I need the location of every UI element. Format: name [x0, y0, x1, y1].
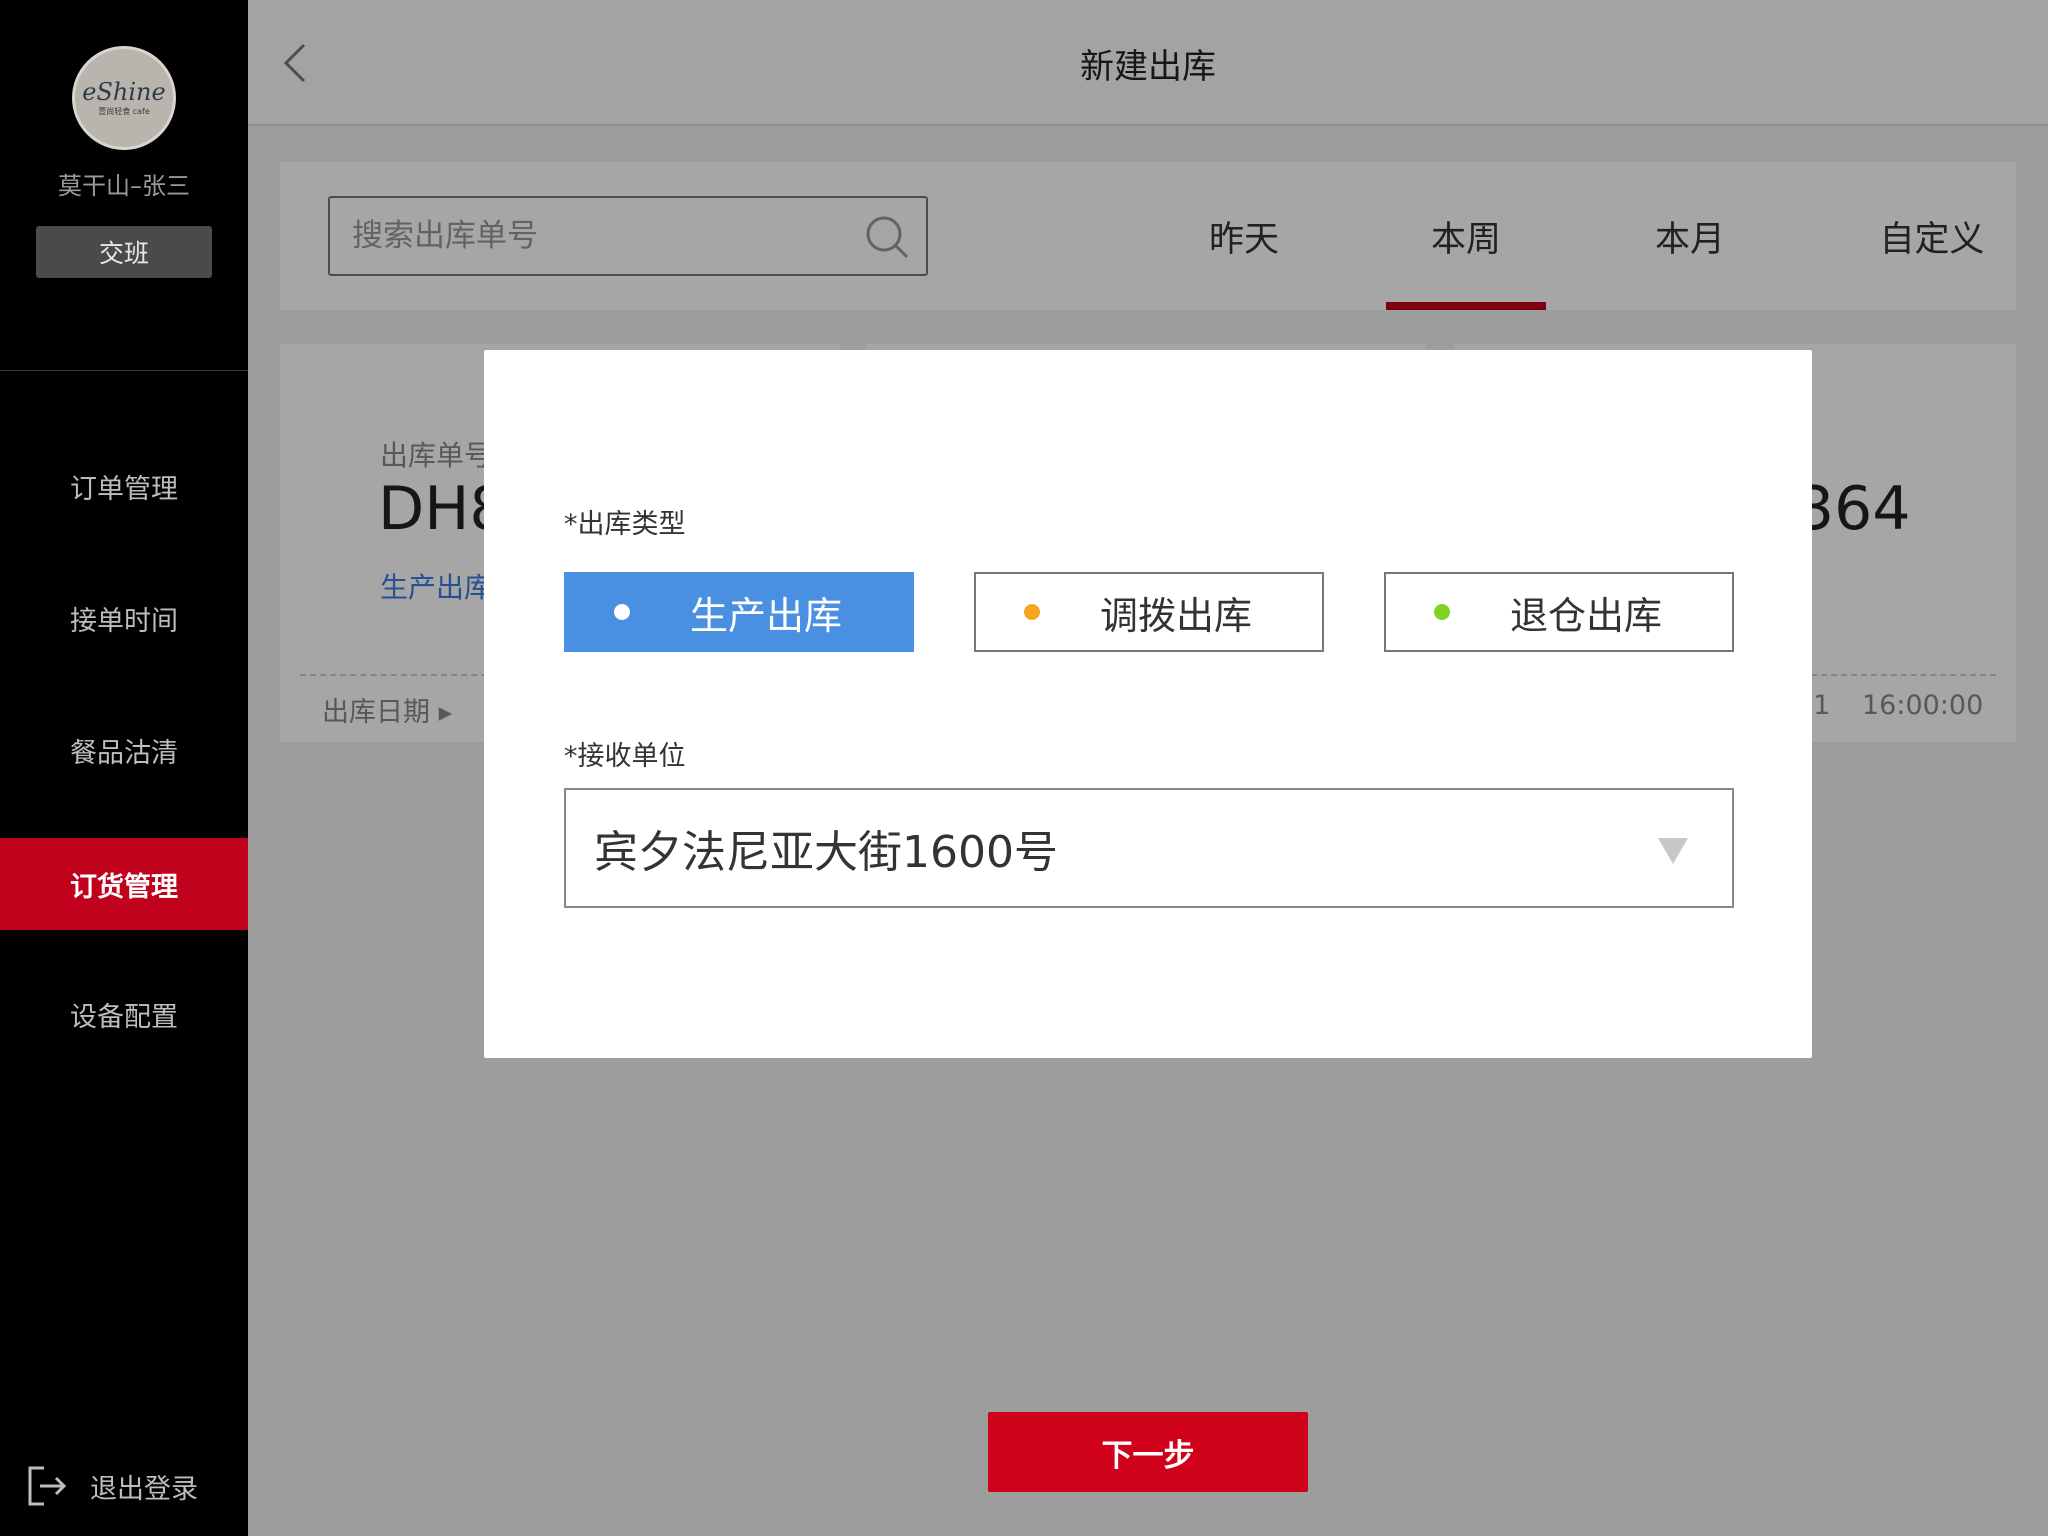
- sidebar-item-order-time[interactable]: 接单时间: [0, 572, 248, 664]
- type-option-production[interactable]: 生产出库: [564, 572, 914, 652]
- next-step-button[interactable]: 下一步: [988, 1412, 1308, 1492]
- logout-icon: [28, 1466, 67, 1506]
- sidebar-item-device-config[interactable]: 设备配置: [0, 968, 248, 1060]
- type-option-label: 生产出库: [690, 593, 843, 638]
- new-outbound-dialog: *出库类型 生产出库 调拨出库 退仓出库 *接收单位 宾夕法尼亚大街1600号: [484, 350, 1812, 1058]
- logout-label: 退出登录: [90, 1473, 198, 1505]
- receiver-label: *接收单位: [564, 741, 686, 772]
- dot-icon: [1434, 604, 1450, 620]
- caret-down-icon: [1658, 838, 1688, 864]
- receiver-value: 宾夕法尼亚大街1600号: [594, 827, 1058, 878]
- sidebar-item-order-management[interactable]: 订单管理: [0, 440, 248, 532]
- logout-button[interactable]: 退出登录: [24, 1462, 198, 1510]
- sidebar-divider: [0, 370, 248, 371]
- brand-logo: eShine 壹尚轻食 cafe: [72, 46, 176, 150]
- sidebar: eShine 壹尚轻食 cafe 莫干山–张三 交班 订单管理 接单时间 餐品沽…: [0, 0, 248, 1536]
- dot-icon: [614, 604, 630, 620]
- sidebar-item-sold-out[interactable]: 餐品沽清: [0, 704, 248, 796]
- shift-handover-button[interactable]: 交班: [36, 226, 212, 278]
- type-option-label: 退仓出库: [1510, 593, 1663, 638]
- dot-icon: [1024, 604, 1040, 620]
- outbound-type-label: *出库类型: [564, 509, 686, 540]
- type-option-return[interactable]: 退仓出库: [1384, 572, 1734, 652]
- user-name: 莫干山–张三: [58, 172, 190, 200]
- type-option-transfer[interactable]: 调拨出库: [974, 572, 1324, 652]
- logo-subtext: 壹尚轻食 cafe: [98, 106, 150, 116]
- sidebar-item-purchase-management[interactable]: 订货管理: [0, 838, 248, 930]
- logo-text: eShine: [82, 77, 166, 106]
- type-option-label: 调拨出库: [1100, 593, 1253, 638]
- receiver-select[interactable]: 宾夕法尼亚大街1600号: [564, 788, 1734, 908]
